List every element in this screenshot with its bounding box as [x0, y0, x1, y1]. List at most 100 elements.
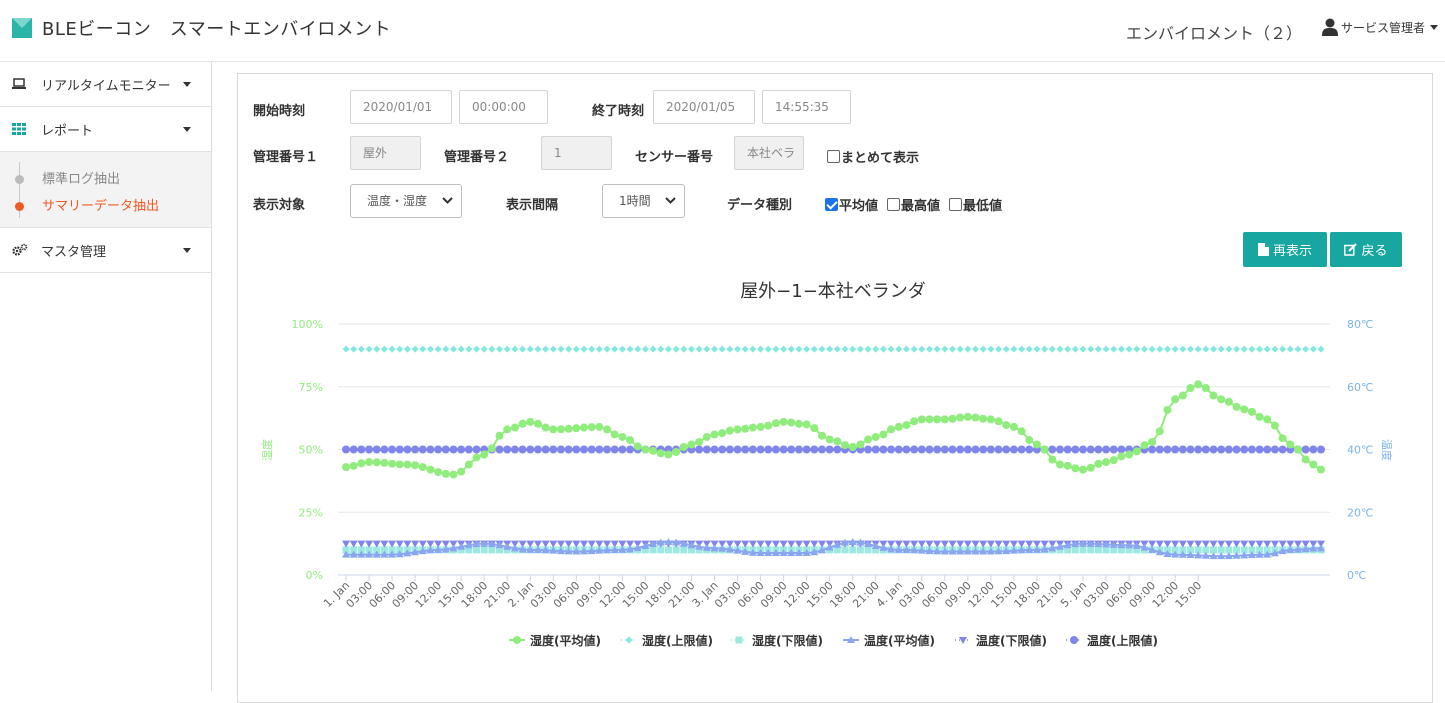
series-1-point [1202, 345, 1210, 353]
series-1-point [749, 345, 757, 353]
legend-marker [959, 637, 967, 644]
series-0-point [856, 440, 865, 449]
series-1-point [1125, 345, 1133, 353]
series-5-point [925, 445, 934, 454]
series-0-point [902, 421, 911, 430]
y-left-tick-label: 50% [299, 444, 323, 457]
series-1-point [849, 345, 857, 353]
series-1-point [365, 345, 373, 353]
series-0-point [787, 418, 796, 427]
series-0-point [771, 419, 780, 428]
series-1-point [396, 345, 404, 353]
series-1-point [618, 345, 626, 353]
series-5-point [1209, 445, 1218, 454]
series-0-point [1109, 456, 1118, 465]
series-0-point [372, 458, 381, 467]
series-0-point [1209, 391, 1218, 400]
series-1-point [972, 345, 980, 353]
legend-label: 温度(上限値) [1087, 633, 1158, 648]
series-1-point [1071, 345, 1079, 353]
series-0-point [1040, 445, 1049, 454]
series-1-point [473, 345, 481, 353]
series-0-point [1178, 391, 1187, 400]
series-0-point [342, 463, 350, 472]
series-0-point [1032, 440, 1041, 449]
series-5-point [1102, 445, 1111, 454]
series-5-point [434, 445, 443, 454]
legend-marker [513, 636, 521, 644]
series-5-point [879, 445, 888, 454]
series-1-point [641, 345, 649, 353]
series-1-point [1256, 345, 1264, 353]
series-5-point [810, 445, 819, 454]
series-1-point [1025, 345, 1033, 353]
series-5-point [603, 445, 612, 454]
series-0-point [817, 431, 826, 440]
series-5-point [564, 445, 573, 454]
series-0-point [403, 460, 412, 469]
series-5-point [1109, 445, 1118, 454]
series-0-point [388, 459, 397, 468]
series-5-point [1240, 445, 1249, 454]
series-5-point [1079, 445, 1088, 454]
series-0-point [933, 415, 942, 424]
series-0-point [848, 442, 857, 451]
series-1-point [664, 345, 672, 353]
series-1-point [1010, 345, 1018, 353]
y-left-tick-label: 0% [306, 569, 323, 582]
series-0-point [418, 463, 427, 472]
series-0-point [365, 458, 374, 467]
series-1-point [634, 345, 642, 353]
series-5-point [457, 445, 466, 454]
series-0-point [679, 442, 688, 451]
x-tick-label: 15:00 [1173, 579, 1205, 611]
series-1-point [588, 345, 596, 353]
series-1-point [933, 345, 941, 353]
series-1-point [457, 345, 465, 353]
series-1-point [910, 345, 918, 353]
series-0-point [1301, 455, 1310, 464]
series-0-point [1263, 415, 1272, 424]
series-5-point [1178, 445, 1187, 454]
series-0-point [380, 458, 389, 467]
series-0-point [1063, 461, 1072, 470]
series-0-point [1293, 445, 1302, 454]
series-1-point [496, 345, 504, 353]
series-5-point [802, 445, 811, 454]
series-0-point [1002, 421, 1011, 430]
series-5-point [349, 445, 358, 454]
series-0-point [1270, 421, 1279, 430]
series-0-point [1217, 395, 1226, 404]
series-5-point [526, 445, 535, 454]
series-5-point [986, 445, 995, 454]
series-5-point [388, 445, 397, 454]
series-1-point [611, 345, 619, 353]
series-1-point [565, 345, 573, 353]
series-5-point [695, 445, 704, 454]
series-1-point [1302, 345, 1310, 353]
series-0-point [1086, 463, 1095, 472]
series-5-point [917, 445, 926, 454]
series-5-point [1055, 445, 1064, 454]
series-0-point [917, 415, 926, 424]
series-1-point [426, 345, 434, 353]
series-0-point [1194, 380, 1203, 389]
series-1-point [902, 345, 910, 353]
series-1-point [649, 345, 657, 353]
series-1-point [1179, 345, 1187, 353]
y-right-axis-title: 温度 [1380, 439, 1394, 461]
series-1-point [810, 345, 818, 353]
series-1-point [1279, 345, 1287, 353]
series-1-point [1041, 345, 1049, 353]
series-1-point [419, 345, 427, 353]
series-0-point [656, 449, 665, 458]
series-1-point [1018, 345, 1026, 353]
series-5-point [833, 445, 842, 454]
legend-label: 温度(平均値) [864, 633, 935, 648]
series-1-point [987, 345, 995, 353]
series-1-point [672, 345, 680, 353]
series-1-point [1048, 345, 1056, 353]
series-1-point [887, 345, 895, 353]
series-5-point [748, 445, 757, 454]
series-1-point [879, 345, 887, 353]
